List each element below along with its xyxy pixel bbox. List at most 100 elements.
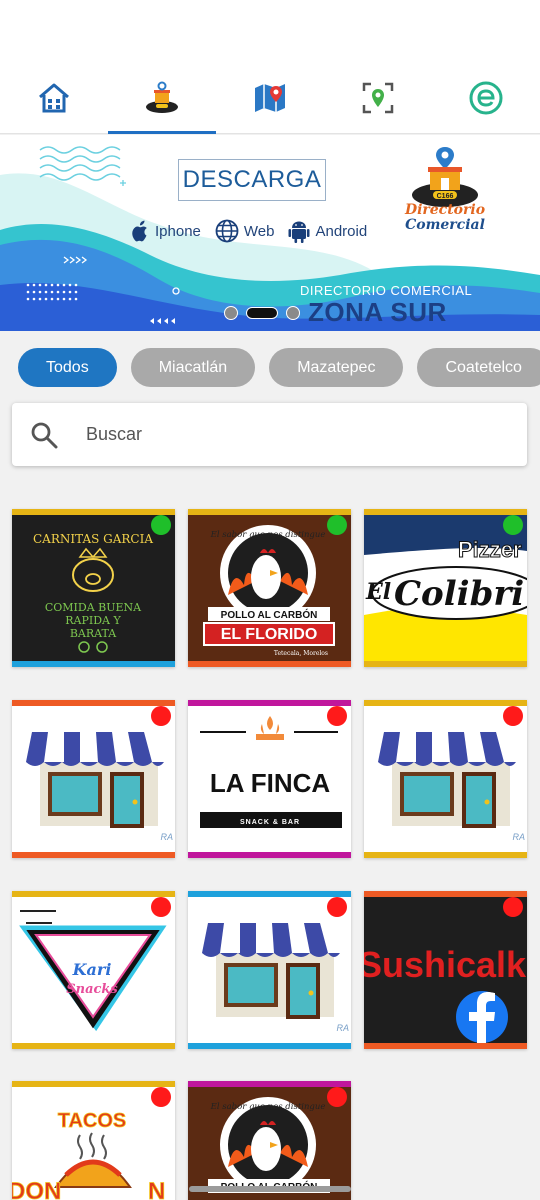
card-bottom-bar (364, 852, 527, 858)
business-logo-image: LA FINCA SNACK & BAR (188, 706, 351, 852)
carousel-dot[interactable] (224, 306, 238, 320)
business-logo-image: El sabor que nos distingue POLLO AL CARB… (188, 1087, 351, 1200)
card-text: N (148, 1178, 165, 1200)
status-open-dot (151, 515, 171, 535)
top-nav (0, 62, 540, 134)
top-bar (0, 0, 540, 134)
brand-line-1: Directorio (404, 202, 486, 218)
platform-label: Iphone (155, 222, 201, 240)
carousel-dot[interactable] (286, 306, 300, 320)
business-card[interactable]: LA FINCA SNACK & BAR (188, 700, 351, 858)
e-logo-icon (469, 81, 503, 115)
card-text: COMIDA BUENA (45, 601, 142, 614)
card-text: LA FINCA (210, 768, 331, 798)
promo-banner[interactable]: DESCARGA Iphone Web Android C166 Directo… (0, 135, 540, 331)
nav-e[interactable] (432, 62, 540, 134)
business-card[interactable]: El sabor que nos distingue POLLO AL CARB… (188, 509, 351, 667)
business-card[interactable]: Pizzer El Colibri (364, 509, 527, 667)
card-text: POLLO AL CARBÓN (221, 608, 318, 621)
chip-mazatepec[interactable]: Mazatepec (269, 348, 404, 387)
nav-nearby[interactable] (324, 62, 432, 134)
brand-badge: C166 (437, 193, 454, 200)
card-text: Colibri (394, 574, 524, 614)
business-logo-image (12, 706, 175, 852)
card-tag: RA (336, 1023, 349, 1033)
banner-subtitle: DIRECTORIO COMERCIAL (300, 283, 473, 298)
chip-coatetelco[interactable]: Coatetelco (417, 348, 540, 387)
map-icon (255, 84, 285, 112)
status-closed-dot (327, 897, 347, 917)
business-card[interactable]: Kari Snacks (12, 891, 175, 1049)
android-icon (288, 221, 310, 243)
status-open-dot (327, 515, 347, 535)
card-bottom-bar (188, 1043, 351, 1049)
status-closed-dot (151, 706, 171, 726)
home-indicator[interactable] (189, 1186, 351, 1192)
business-logo-image: Kari Snacks (12, 897, 175, 1043)
card-text: El (365, 579, 391, 605)
nav-map[interactable] (216, 62, 324, 134)
status-open-dot (503, 515, 523, 535)
business-card[interactable]: TACOS DON N (12, 1081, 175, 1200)
search-input[interactable] (86, 424, 466, 445)
business-card[interactable]: Sushicalk (364, 891, 527, 1049)
platform-list: Iphone Web Android (130, 219, 367, 243)
status-closed-dot (327, 706, 347, 726)
card-bottom-bar (12, 852, 175, 858)
card-text: Tetecala, Morelos (274, 650, 328, 657)
search-bar[interactable] (12, 403, 527, 466)
brand-name: Directorio Comercial (402, 203, 488, 233)
card-text: BARATA (70, 627, 117, 640)
platform-iphone[interactable]: Iphone (130, 220, 201, 242)
nav-home[interactable] (0, 62, 108, 134)
business-logo-image: CARNITAS GARCIA COMIDA BUENA RAPIDA Y BA… (12, 515, 175, 661)
globe-icon (215, 219, 239, 243)
nav-directory[interactable] (108, 62, 216, 134)
status-closed-dot (503, 897, 523, 917)
card-text: Kari (72, 960, 112, 979)
card-text: TACOS (58, 1110, 127, 1132)
business-logo-image (188, 897, 351, 1043)
platform-label: Web (243, 222, 275, 240)
chip-miacatlan[interactable]: Miacatlán (130, 348, 256, 387)
card-bottom-bar (188, 852, 351, 858)
platform-web[interactable]: Web (215, 219, 275, 243)
business-logo-image: TACOS DON N (12, 1087, 175, 1200)
business-card[interactable]: El sabor que nos distingue POLLO AL CARB… (188, 1081, 351, 1200)
c166-logo-icon (146, 81, 178, 113)
filter-chips: Todos Miacatlán Mazatepec Coatetelco (18, 348, 540, 387)
card-text: Pizzer (458, 537, 522, 562)
card-bottom-bar (364, 661, 527, 667)
card-bottom-bar (364, 1043, 527, 1049)
business-logo-image (364, 706, 527, 852)
status-closed-dot (151, 1087, 171, 1107)
business-logo-image: El sabor que nos distingue POLLO AL CARB… (188, 515, 351, 661)
card-text: EL FLORIDO (221, 626, 318, 643)
card-text: El sabor que nos distingue (210, 530, 326, 540)
card-bottom-bar (12, 661, 175, 667)
status-closed-dot (151, 897, 171, 917)
download-label: DESCARGA (178, 159, 326, 201)
business-card[interactable]: CARNITAS GARCIA COMIDA BUENA RAPIDA Y BA… (12, 509, 175, 667)
card-text: DON (12, 1178, 61, 1200)
card-bottom-bar (12, 1043, 175, 1049)
business-card[interactable]: RA (12, 700, 175, 858)
platform-label: Android (315, 222, 368, 240)
chip-todos[interactable]: Todos (18, 348, 117, 387)
card-text: El sabor que nos distingue (210, 1102, 326, 1112)
card-text: RAPIDA Y (65, 614, 121, 627)
business-card[interactable]: RA (188, 891, 351, 1049)
business-logo-image: Sushicalk (364, 897, 527, 1043)
business-card[interactable]: RA (364, 700, 527, 858)
banner-title: ZONA SUR (308, 297, 447, 327)
business-logo-image: Pizzer El Colibri (364, 515, 527, 661)
status-closed-dot (503, 706, 523, 726)
platform-android[interactable]: Android (288, 219, 367, 243)
home-icon (39, 83, 69, 113)
search-icon (31, 422, 58, 448)
card-text: CARNITAS GARCIA (33, 532, 153, 546)
carousel-dot-active[interactable] (246, 307, 278, 319)
location-scan-icon (362, 82, 394, 114)
carousel-indicator (224, 306, 300, 320)
status-closed-dot (327, 1087, 347, 1107)
